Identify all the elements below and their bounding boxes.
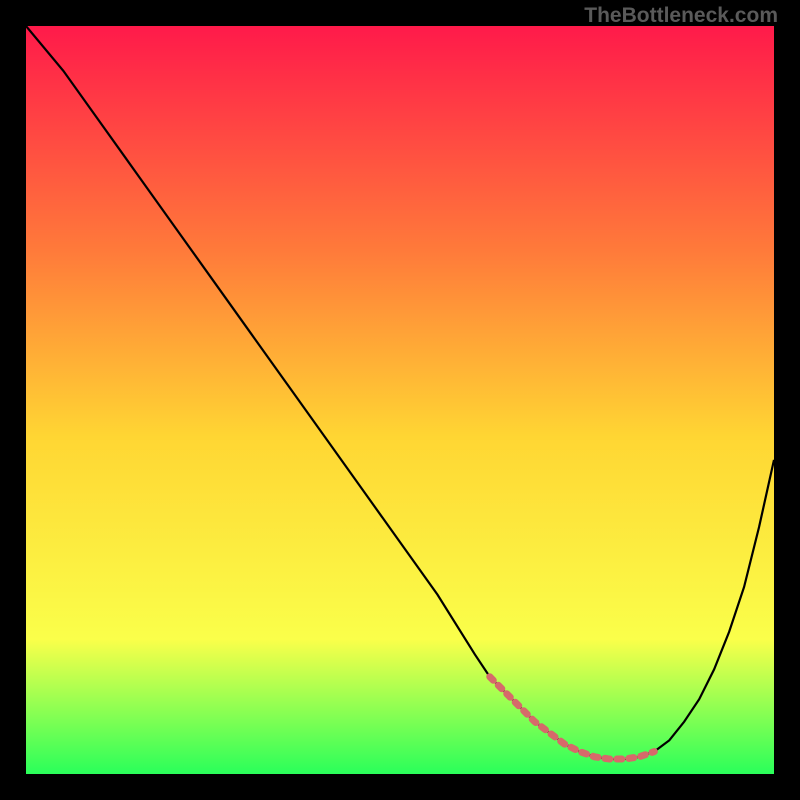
chart-svg [26,26,774,774]
watermark-text: TheBottleneck.com [584,4,778,28]
gradient-background [26,26,774,774]
chart-plot-area [26,26,774,774]
